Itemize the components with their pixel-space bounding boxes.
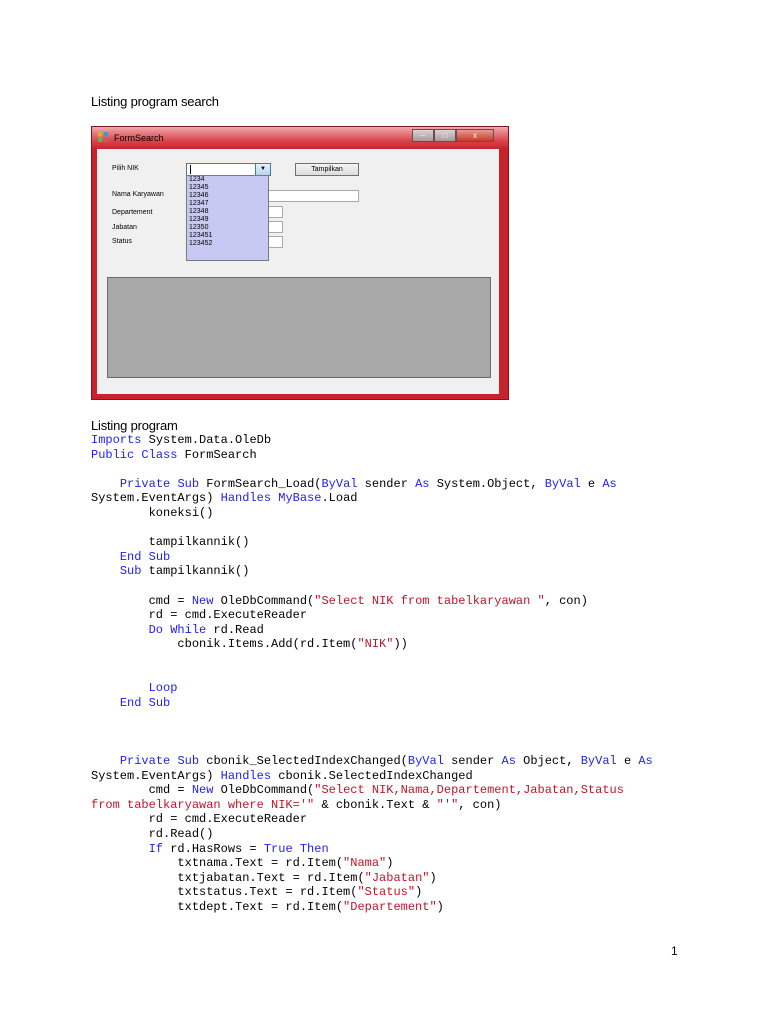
- list-item[interactable]: 12347: [187, 200, 268, 208]
- label-jabatan: Jabatan: [112, 224, 137, 231]
- label-departement: Departement: [112, 209, 153, 216]
- nik-dropdown-list[interactable]: 1234 12345 12346 12347 12348 12349 12350…: [186, 175, 269, 261]
- label-nama-karyawan: Nama Karyawan: [112, 191, 164, 198]
- list-item[interactable]: 123451: [187, 232, 268, 240]
- nama-textbox[interactable]: [267, 190, 359, 202]
- label-pilih-nik: Pilih NIK: [112, 165, 139, 172]
- list-item[interactable]: 12348: [187, 208, 268, 216]
- listing-title: Listing program: [91, 418, 178, 433]
- minimize-button[interactable]: –: [412, 129, 434, 142]
- dropdown-arrow-icon[interactable]: ▼: [255, 164, 270, 175]
- form-client-area: Pilih NIK Nama Karyawan Departement Jaba…: [97, 149, 499, 394]
- status-textbox[interactable]: [267, 236, 283, 248]
- jabatan-textbox[interactable]: [267, 221, 283, 233]
- departement-textbox[interactable]: [267, 206, 283, 218]
- list-item[interactable]: 1234: [187, 176, 268, 184]
- window-title: FormSearch: [114, 133, 164, 143]
- window-title-bar: FormSearch – □ x: [92, 127, 508, 149]
- label-status: Status: [112, 238, 132, 245]
- section-title: Listing program search: [91, 94, 219, 109]
- list-item[interactable]: 12350: [187, 224, 268, 232]
- data-grid[interactable]: [107, 277, 491, 378]
- close-button[interactable]: x: [456, 129, 494, 142]
- form-search-window: FormSearch – □ x Pilih NIK Nama Karyawan…: [91, 126, 509, 400]
- app-icon: [98, 132, 108, 142]
- list-item[interactable]: 123452: [187, 240, 268, 248]
- page-number: 1: [671, 944, 678, 958]
- maximize-button[interactable]: □: [434, 129, 456, 142]
- text-caret: [190, 165, 191, 174]
- code-listing: Imports System.Data.OleDb Public Class F…: [91, 433, 653, 914]
- list-item[interactable]: 12346: [187, 192, 268, 200]
- tampilkan-button[interactable]: Tampilkan: [295, 163, 359, 176]
- list-item[interactable]: 12349: [187, 216, 268, 224]
- list-item[interactable]: 12345: [187, 184, 268, 192]
